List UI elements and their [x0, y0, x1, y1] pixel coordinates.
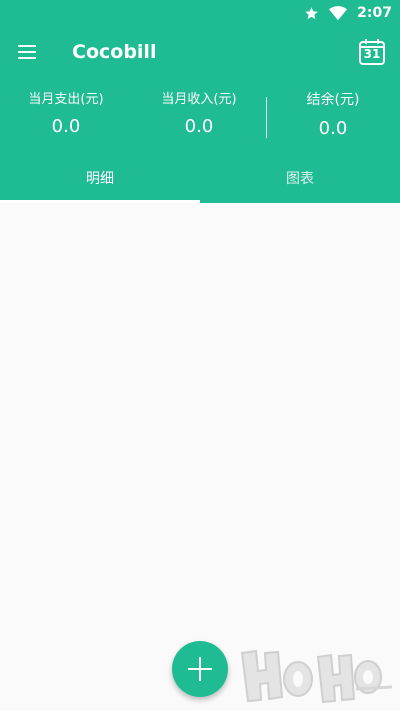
balance-value: 0.0 — [318, 118, 348, 139]
calendar-day-number: 31 — [363, 47, 381, 61]
status-bar: 2:07 — [304, 2, 392, 24]
expense-label: 当月支出(元) — [28, 92, 104, 107]
expense-value: 0.0 — [51, 116, 81, 137]
income-value: 0.0 — [184, 116, 214, 137]
star-icon — [304, 6, 319, 21]
income-label: 当月收入(元) — [161, 92, 237, 107]
toolbar: Cocobill 31 — [0, 24, 400, 80]
summary-divider — [266, 97, 267, 138]
add-record-button[interactable] — [172, 641, 228, 697]
app-header: 2:07 Cocobill 31 当月支出(元) 0.0 当月收入(元) 0.0… — [0, 0, 400, 203]
tab-bar: 明细 图表 — [0, 158, 400, 203]
tab-detail[interactable]: 明细 — [0, 158, 200, 203]
balance-stat: 结余(元) 0.0 — [283, 90, 383, 142]
menu-icon[interactable] — [16, 40, 40, 64]
monthly-summary: 当月支出(元) 0.0 当月收入(元) 0.0 结余(元) 0.0 — [0, 88, 400, 148]
income-stat: 当月收入(元) 0.0 — [149, 90, 249, 140]
balance-label: 结余(元) — [306, 92, 360, 108]
wifi-icon — [329, 5, 348, 21]
app-title: Cocobill — [72, 41, 157, 63]
calendar-icon[interactable]: 31 — [358, 38, 386, 66]
plus-icon — [188, 657, 212, 681]
watermark-logo — [236, 641, 394, 705]
detail-list — [0, 203, 400, 711]
app-screen: 2:07 Cocobill 31 当月支出(元) 0.0 当月收入(元) 0.0… — [0, 0, 400, 711]
tab-charts[interactable]: 图表 — [200, 158, 400, 203]
expense-stat: 当月支出(元) 0.0 — [16, 90, 116, 140]
status-time: 2:07 — [357, 5, 392, 21]
